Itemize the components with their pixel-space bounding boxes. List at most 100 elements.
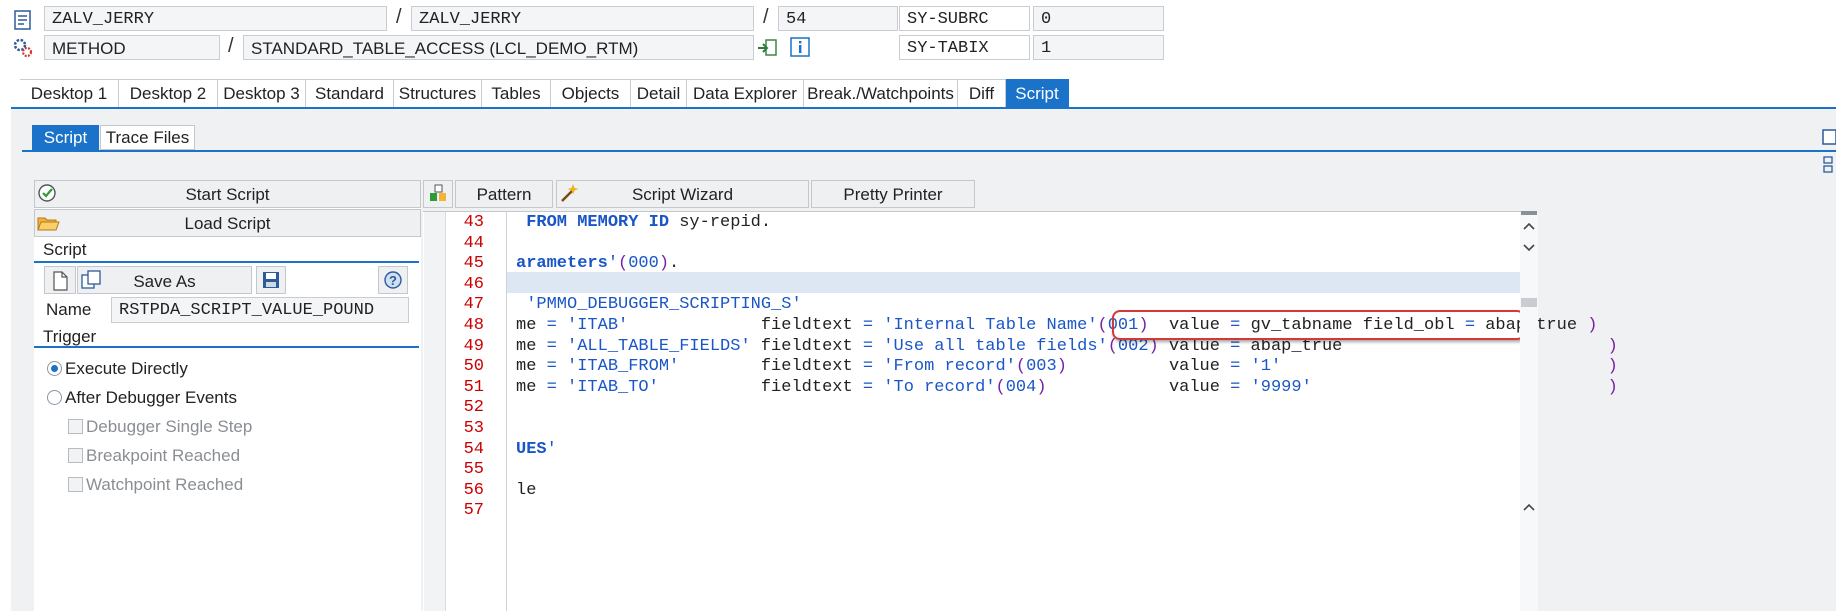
- save-button[interactable]: [256, 266, 286, 294]
- line-number: 45: [463, 254, 484, 274]
- line-number: 50: [463, 357, 484, 377]
- tab-objects[interactable]: Objects: [551, 79, 631, 107]
- scroll-top-bar: [1521, 211, 1537, 215]
- code-line[interactable]: me = 'ITAB_FROM' fieldtext = 'From recor…: [516, 357, 1618, 378]
- split-icon[interactable]: [1822, 155, 1836, 175]
- separator: /: [228, 35, 234, 57]
- pattern-icon-button[interactable]: [423, 180, 453, 208]
- tab-data-explorer[interactable]: Data Explorer: [687, 79, 804, 107]
- highlight-box: [1112, 310, 1525, 340]
- save-as-button[interactable]: Save As: [77, 266, 252, 294]
- line-numbers: 43 44 45 46 47 48 49 50 51 52 53 54 55 5…: [450, 213, 484, 522]
- code-line[interactable]: [516, 419, 1516, 440]
- line-number: 48: [463, 315, 484, 335]
- trigger-section-line: [34, 346, 419, 348]
- help-icon: ?: [384, 271, 402, 289]
- name-label: Name: [46, 300, 92, 319]
- code-line[interactable]: me = 'ITAB_TO' fieldtext = 'To record'(0…: [516, 378, 1618, 399]
- scroll-up-small-icon[interactable]: [1521, 500, 1537, 514]
- program-field: ZALV_JERRY: [44, 6, 387, 31]
- line-number: 51: [463, 377, 484, 397]
- subtab-underline: [22, 150, 1836, 152]
- script-name-field[interactable]: RSTPDA_SCRIPT_VALUE_POUND: [111, 297, 409, 323]
- code-line[interactable]: le: [516, 481, 1516, 502]
- sysvar-value-1: 0: [1033, 6, 1164, 31]
- script-wizard-button[interactable]: Script Wizard: [556, 180, 809, 208]
- help-button[interactable]: ?: [378, 266, 408, 294]
- script-section-title: Script: [43, 240, 87, 259]
- breakpoint-label: Breakpoint Reached: [86, 446, 241, 465]
- tab-standard[interactable]: Standard: [306, 79, 394, 107]
- tab-diff[interactable]: Diff: [958, 79, 1006, 107]
- tab-detail[interactable]: Detail: [631, 79, 687, 107]
- tab-desktop-2[interactable]: Desktop 2: [119, 79, 218, 107]
- after-events-radio[interactable]: [47, 390, 62, 405]
- info-icon[interactable]: [790, 37, 810, 57]
- line-number: 55: [463, 460, 484, 480]
- line-number: 47: [463, 295, 484, 315]
- single-step-label: Debugger Single Step: [86, 417, 253, 436]
- load-script-button[interactable]: Load Script: [34, 209, 421, 237]
- tab-desktop-1[interactable]: Desktop 1: [20, 79, 119, 107]
- folder-icon: [36, 212, 60, 234]
- copy-icon: [80, 269, 102, 291]
- type-field: METHOD: [44, 35, 220, 60]
- pretty-printer-button[interactable]: Pretty Printer: [811, 180, 975, 208]
- editor-gutter: [424, 212, 446, 611]
- sysvar-value-2: 1: [1033, 35, 1164, 60]
- line-number: 57: [463, 501, 484, 521]
- sysvar-name-1: SY-SUBRC: [899, 6, 1030, 31]
- tab-structures[interactable]: Structures: [394, 79, 482, 107]
- pattern-button[interactable]: Pattern: [455, 180, 553, 208]
- code-line[interactable]: FROM MEMORY ID sy-repid.: [516, 213, 1516, 234]
- svg-text:?: ?: [389, 273, 397, 288]
- line-field: 54: [778, 6, 898, 31]
- method-name-field: STANDARD_TABLE_ACCESS (LCL_DEMO_RTM): [243, 35, 754, 60]
- line-number: 43: [463, 213, 484, 232]
- code-line[interactable]: [516, 398, 1516, 419]
- line-number: 54: [463, 439, 484, 459]
- code-line[interactable]: arameters'(000).: [516, 254, 1516, 275]
- tab-break-watchpoints[interactable]: Break./Watchpoints: [804, 79, 958, 107]
- tab-tables[interactable]: Tables: [482, 79, 551, 107]
- code-line[interactable]: [516, 460, 1516, 481]
- new-file-icon: [53, 271, 68, 291]
- breakpoint-checkbox: [68, 448, 83, 463]
- tab-script[interactable]: Script: [1006, 79, 1069, 107]
- layout-icon[interactable]: [1822, 128, 1836, 146]
- navigate-icon[interactable]: [756, 37, 778, 59]
- script-section-line: [34, 261, 419, 263]
- subtab-script[interactable]: Script: [32, 125, 99, 150]
- line-number: 44: [463, 233, 484, 253]
- code-line[interactable]: [516, 501, 1516, 522]
- tab-desktop-3[interactable]: Desktop 3: [218, 79, 306, 107]
- line-number: 53: [463, 418, 484, 438]
- watchpoint-label: Watchpoint Reached: [86, 475, 244, 494]
- start-script-button[interactable]: Start Script: [34, 180, 421, 208]
- sysvar-name-2: SY-TABIX: [899, 35, 1030, 60]
- line-number: 56: [463, 480, 484, 500]
- line-number: 49: [463, 336, 484, 356]
- line-number: 52: [463, 398, 484, 418]
- pattern-icon: [430, 184, 446, 201]
- wizard-wand-icon: [558, 182, 580, 204]
- editor-scrollbar[interactable]: [1520, 212, 1538, 611]
- watchpoint-checkbox: [68, 477, 83, 492]
- code-lines: FROM MEMORY ID sy-repid. arameters'(000).…: [516, 213, 1618, 522]
- execute-directly-label[interactable]: Execute Directly: [65, 359, 188, 379]
- separator: /: [396, 6, 402, 28]
- scroll-thumb[interactable]: [1521, 298, 1537, 307]
- scroll-down-icon[interactable]: [1521, 241, 1537, 255]
- single-step-checkbox: [68, 419, 83, 434]
- scroll-up-icon[interactable]: [1521, 219, 1537, 233]
- code-line[interactable]: [516, 275, 1516, 296]
- include-field: ZALV_JERRY: [411, 6, 754, 31]
- execute-directly-radio[interactable]: [47, 361, 62, 376]
- new-file-button[interactable]: [44, 266, 76, 294]
- code-line[interactable]: [516, 234, 1516, 255]
- after-events-label[interactable]: After Debugger Events: [65, 388, 237, 408]
- save-icon: [263, 272, 279, 288]
- code-line[interactable]: UES': [516, 440, 1516, 461]
- subtab-trace-files[interactable]: Trace Files: [100, 125, 195, 150]
- separator: /: [763, 6, 769, 28]
